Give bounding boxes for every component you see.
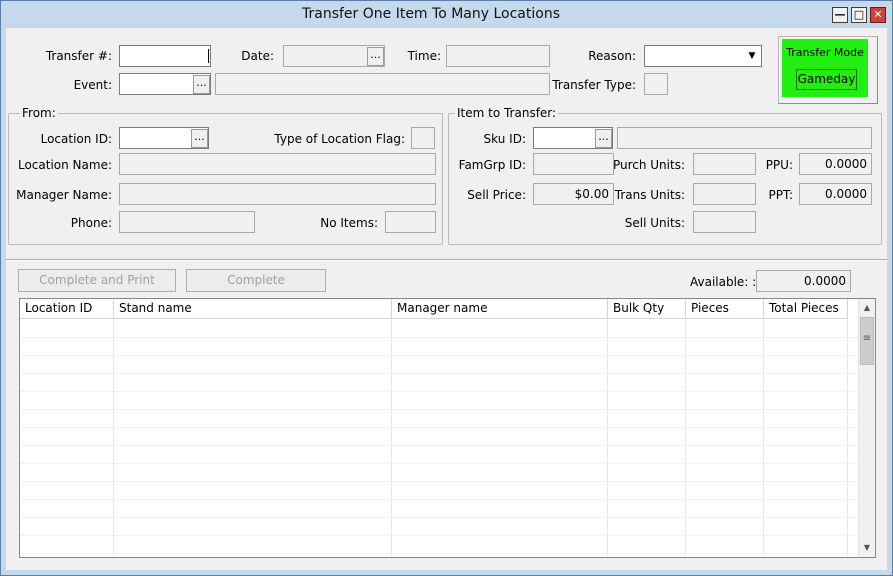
column-header-total-pieces[interactable]: Total Pieces — [764, 299, 848, 319]
grid-row-line — [20, 355, 858, 356]
trans-units-field — [693, 183, 756, 205]
column-header-bulk-qty[interactable]: Bulk Qty — [608, 299, 686, 319]
scroll-down-icon[interactable]: ▼ — [859, 541, 875, 555]
ppt-label: PPT: — [768, 188, 793, 202]
column-header-manager-name[interactable]: Manager name — [392, 299, 608, 319]
famgrp-label: FamGrp ID: — [458, 158, 526, 172]
sell-units-label: Sell Units: — [624, 216, 685, 230]
grid-row-line — [20, 463, 858, 464]
grid-row-line — [20, 499, 858, 500]
sku-description-field — [617, 127, 872, 149]
type-flag-field — [411, 127, 435, 149]
transfer-num-label: Transfer #: — [45, 49, 112, 63]
transfer-mode-label: Transfer Mode — [786, 46, 864, 59]
text-cursor — [208, 49, 209, 63]
famgrp-field — [533, 153, 614, 175]
grid-row-line — [20, 517, 858, 518]
grid-row-line — [20, 337, 858, 338]
ppu-field: 0.0000 — [799, 153, 872, 175]
purch-units-label: Purch Units: — [612, 158, 685, 172]
locations-grid[interactable]: Location ID Stand name Manager name Bulk… — [19, 298, 876, 558]
column-header-pieces[interactable]: Pieces — [686, 299, 764, 319]
grid-row-line — [20, 409, 858, 410]
available-field: 0.0000 — [756, 270, 851, 292]
grid-body: Location ID Stand name Manager name Bulk… — [20, 299, 858, 557]
grip-icon: ≡ — [862, 333, 872, 344]
grid-row-line — [20, 553, 858, 554]
grid-row-line — [20, 445, 858, 446]
grid-row-line — [20, 481, 858, 482]
chevron-down-icon[interactable]: ▼ — [744, 47, 760, 65]
transfer-num-input[interactable] — [119, 45, 211, 67]
grid-row-line — [20, 391, 858, 392]
event-input[interactable]: ... — [119, 73, 211, 95]
close-icon[interactable]: ✕ — [870, 7, 886, 23]
no-items-field — [385, 211, 436, 233]
time-field — [446, 45, 550, 67]
complete-print-button[interactable]: Complete and Print — [18, 269, 176, 292]
scrollbar-thumb[interactable]: ≡ — [860, 317, 874, 365]
maximize-icon[interactable]: □ — [851, 7, 867, 23]
transfer-type-field — [644, 73, 668, 95]
date-field: ... — [283, 45, 385, 67]
sku-label: Sku ID: — [483, 132, 526, 146]
item-legend: Item to Transfer: — [455, 106, 559, 120]
reason-label: Reason: — [588, 49, 636, 63]
column-header-location-id[interactable]: Location ID — [20, 299, 114, 319]
time-label: Time: — [407, 49, 441, 63]
event-description-field — [215, 73, 550, 95]
location-name-label: Location Name: — [17, 158, 112, 172]
from-legend: From: — [20, 106, 58, 120]
client-area: Transfer #: Date: ... Time: Reason: ▼ Tr… — [6, 28, 887, 570]
purch-units-field — [693, 153, 756, 175]
manager-name-label: Manager Name: — [16, 188, 112, 202]
no-items-label: No Items: — [320, 216, 378, 230]
date-ellipsis-button[interactable]: ... — [367, 47, 384, 66]
grid-row-line — [20, 535, 858, 536]
transfer-mode-value: Gameday — [796, 69, 857, 90]
vertical-scrollbar[interactable]: ▲ ≡ ▼ — [858, 299, 875, 557]
transfer-type-label: Transfer Type: — [552, 78, 636, 92]
sell-price-field: $0.00 — [533, 183, 614, 205]
phone-label: Phone: — [70, 216, 112, 230]
sell-price-label: Sell Price: — [467, 188, 526, 202]
location-id-label: Location ID: — [40, 132, 112, 146]
event-ellipsis-button[interactable]: ... — [193, 75, 210, 94]
transfer-mode-panel: Transfer Mode Gameday — [782, 39, 868, 97]
window-title: Transfer One Item To Many Locations — [302, 6, 560, 22]
date-label: Date: — [241, 49, 274, 63]
sell-units-field — [693, 211, 756, 233]
title-bar: Transfer One Item To Many Locations — □ … — [1, 1, 890, 28]
location-name-field — [119, 153, 436, 175]
phone-field — [119, 211, 255, 233]
sku-input[interactable]: ... — [533, 127, 613, 149]
manager-name-field — [119, 183, 436, 205]
column-header-stand-name[interactable]: Stand name — [114, 299, 392, 319]
sku-ellipsis-button[interactable]: ... — [595, 129, 612, 148]
scroll-up-icon[interactable]: ▲ — [859, 301, 875, 315]
trans-units-label: Trans Units: — [614, 188, 685, 202]
location-id-input[interactable]: ... — [119, 127, 209, 149]
section-separator — [6, 259, 887, 261]
event-label: Event: — [73, 78, 112, 92]
type-flag-label: Type of Location Flag: — [274, 132, 405, 146]
ppu-label: PPU: — [765, 158, 793, 172]
reason-select[interactable]: ▼ — [644, 45, 762, 67]
available-label: Available: : — [690, 275, 757, 289]
minimize-icon[interactable]: — — [832, 7, 848, 23]
grid-row-line — [20, 373, 858, 374]
location-ellipsis-button[interactable]: ... — [191, 129, 208, 148]
complete-button[interactable]: Complete — [186, 269, 326, 292]
ppt-field: 0.0000 — [799, 183, 872, 205]
grid-row-line — [20, 427, 858, 428]
